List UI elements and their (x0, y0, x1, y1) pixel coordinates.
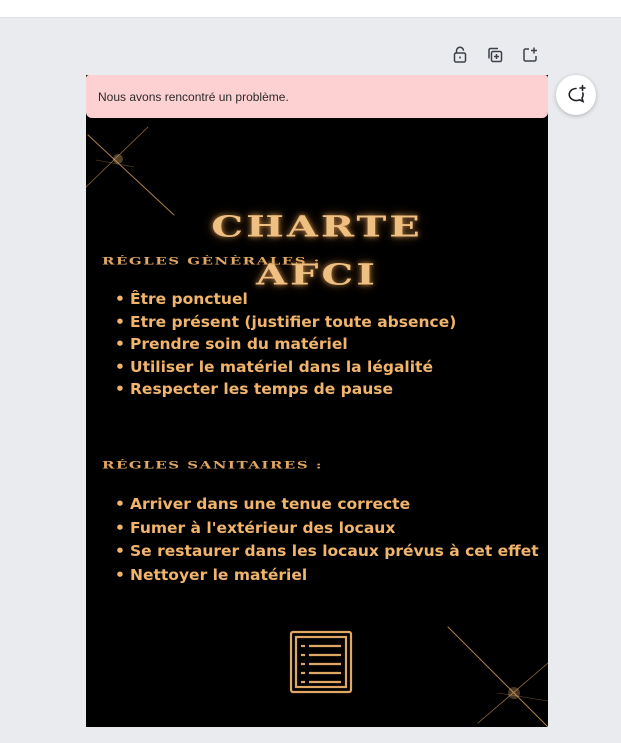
add-comment-icon (568, 84, 586, 104)
list-item: Se restaurer dans les locaux prévus à ce… (115, 540, 539, 564)
section-heading-general: RÉGLES GÈNÈRALES : (102, 254, 321, 268)
sparkle-bottom-right (447, 626, 548, 727)
list-item: Utiliser le matériel dans la légalité (115, 356, 456, 379)
document-list-icon (289, 630, 353, 694)
duplicate-page-button[interactable] (484, 44, 506, 66)
list-item: Être ponctuel (115, 288, 456, 311)
list-item: Nettoyer le matériel (115, 564, 539, 588)
section-heading-sanitary: RÉGLES SANITAIRES : (102, 458, 323, 472)
error-banner: Nous avons rencontré un problème. (86, 75, 548, 118)
add-page-icon (523, 47, 537, 62)
list-item: Etre présent (justifier toute absence) (115, 311, 456, 334)
add-page-button[interactable] (519, 44, 541, 66)
page-toolbar (449, 44, 541, 66)
lock-page-button[interactable] (449, 44, 471, 66)
list-item: Prendre soin du matériel (115, 333, 456, 356)
general-rules-list: Être ponctuel Etre présent (justifier to… (115, 288, 456, 401)
duplicate-page-icon (488, 47, 503, 63)
editor-top-bar (0, 0, 621, 18)
list-item: Arriver dans une tenue correcte (115, 493, 539, 517)
design-page[interactable]: CHARTE AFCI RÉGLES GÈNÈRALES : Être ponc… (86, 75, 548, 727)
charte-title: CHARTE (211, 209, 423, 244)
error-message: Nous avons rencontré un problème. (98, 89, 289, 104)
lock-icon (453, 46, 467, 63)
add-comment-button[interactable] (556, 75, 596, 115)
list-item: Respecter les temps de pause (115, 378, 456, 401)
sanitary-rules-list: Arriver dans une tenue correcte Fumer à … (115, 493, 539, 588)
list-item: Fumer à l'extérieur des locaux (115, 517, 539, 541)
